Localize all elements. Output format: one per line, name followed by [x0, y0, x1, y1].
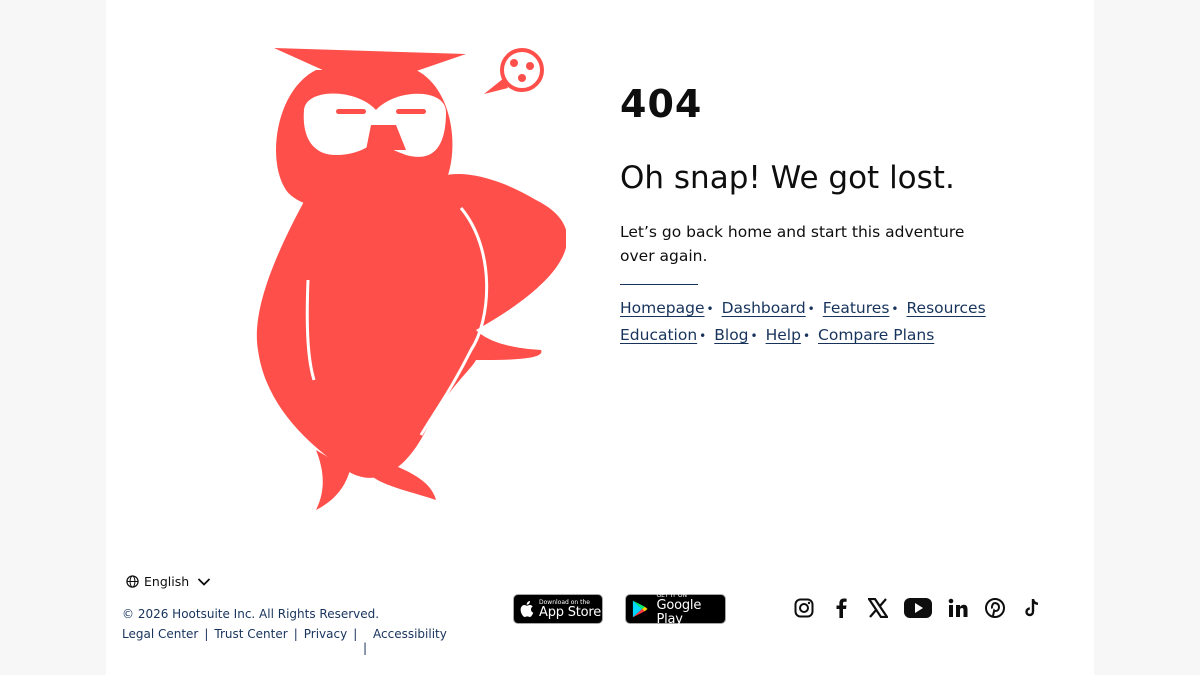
social-links [792, 596, 1057, 620]
page: 404 Oh snap! We got lost. Let’s go back … [106, 0, 1094, 675]
error-code: 404 [620, 82, 703, 126]
link-separator: • [802, 329, 811, 343]
legal-separator: | [363, 641, 368, 655]
language-label: English [144, 574, 190, 589]
language-selector[interactable]: English [126, 574, 211, 589]
youtube-icon[interactable] [903, 596, 933, 620]
link-separator: • [750, 329, 758, 343]
google-play-text: GET IT ON Google Play [656, 592, 725, 627]
app-store-badge[interactable]: Download on the App Store [513, 594, 603, 624]
legal-separator: | [204, 627, 209, 641]
link-separator: • [699, 329, 707, 343]
link-privacy[interactable]: Privacy [304, 627, 347, 641]
tiktok-icon[interactable] [1020, 596, 1044, 620]
x-icon[interactable] [866, 596, 890, 620]
apple-icon [520, 601, 534, 617]
legal-links: Legal Center | Trust Center | Privacy | Acces… [122, 627, 482, 655]
copyright: © 2026 Hootsuite Inc. All Rights Reserve… [122, 607, 380, 621]
link-help[interactable]: Help [766, 326, 801, 344]
legal-separator: | [353, 627, 358, 641]
google-play-big: Google Play [656, 597, 702, 627]
linkedin-icon[interactable] [946, 596, 970, 620]
links-row-2: Education • Blog • Help • Compare Plans [620, 322, 1020, 349]
error-description: Let’s go back home and start this advent… [620, 223, 965, 265]
instagram-icon[interactable] [792, 596, 816, 620]
divider [620, 284, 698, 285]
error-content: 404 Oh snap! We got lost. Let’s go back … [620, 78, 1020, 349]
app-store-text: Download on the App Store [539, 599, 601, 620]
link-separator: • [706, 302, 714, 316]
error-heading: Oh snap! We got lost. [620, 160, 955, 196]
quick-links: Homepage • Dashboard • Features • Resources Ed… [620, 295, 1020, 349]
link-resources[interactable]: Resources [906, 299, 985, 317]
globe-icon [126, 575, 139, 588]
facebook-icon[interactable] [829, 596, 853, 620]
link-separator: • [891, 302, 899, 316]
link-education[interactable]: Education [620, 326, 697, 344]
link-separator: • [807, 302, 815, 316]
link-features[interactable]: Features [823, 299, 890, 317]
google-play-icon [632, 600, 648, 618]
link-legal-center[interactable]: Legal Center [122, 627, 198, 641]
google-play-badge[interactable]: GET IT ON Google Play [625, 592, 726, 627]
app-store-big: App Store [539, 604, 602, 620]
link-compare-plans[interactable]: Compare Plans [818, 326, 934, 344]
link-accessibility[interactable]: Accessibility [373, 627, 447, 641]
link-dashboard[interactable]: Dashboard [722, 299, 806, 317]
link-trust-center[interactable]: Trust Center [214, 627, 287, 641]
link-homepage[interactable]: Homepage [620, 299, 705, 317]
link-blog[interactable]: Blog [714, 326, 748, 344]
links-row-1: Homepage • Dashboard • Features • Resources [620, 295, 1020, 322]
legal-separator: | [293, 627, 298, 641]
owl-illustration [256, 48, 566, 510]
pinterest-icon[interactable] [983, 596, 1007, 620]
chevron-down-icon [198, 577, 211, 586]
